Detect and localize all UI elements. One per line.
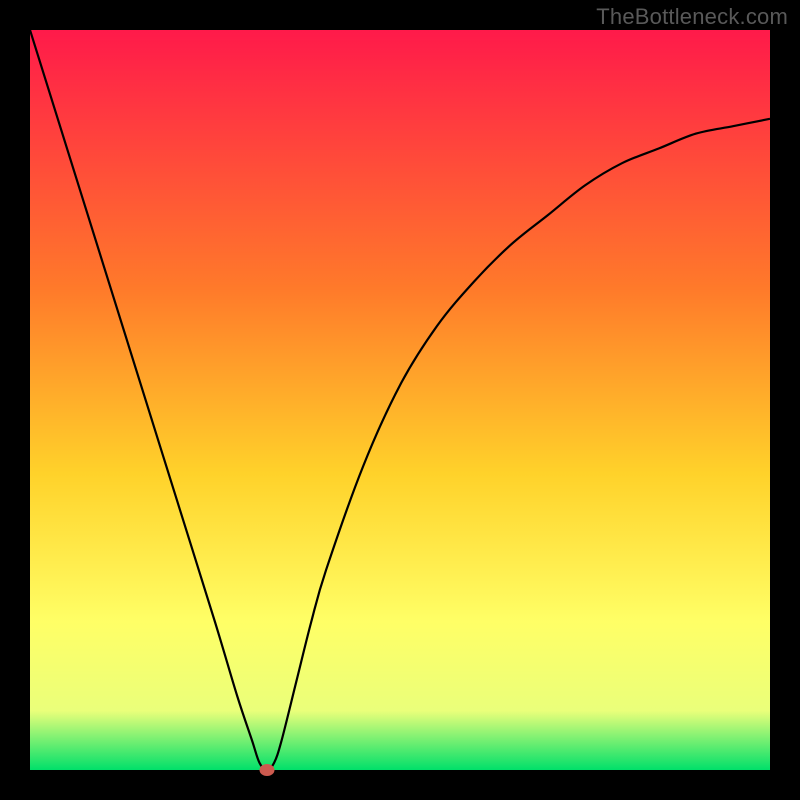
bottleneck-plot — [30, 30, 770, 770]
plot-background — [30, 30, 770, 770]
watermark-text: TheBottleneck.com — [596, 4, 788, 30]
optimal-point-marker — [259, 764, 274, 776]
chart-frame: TheBottleneck.com — [0, 0, 800, 800]
